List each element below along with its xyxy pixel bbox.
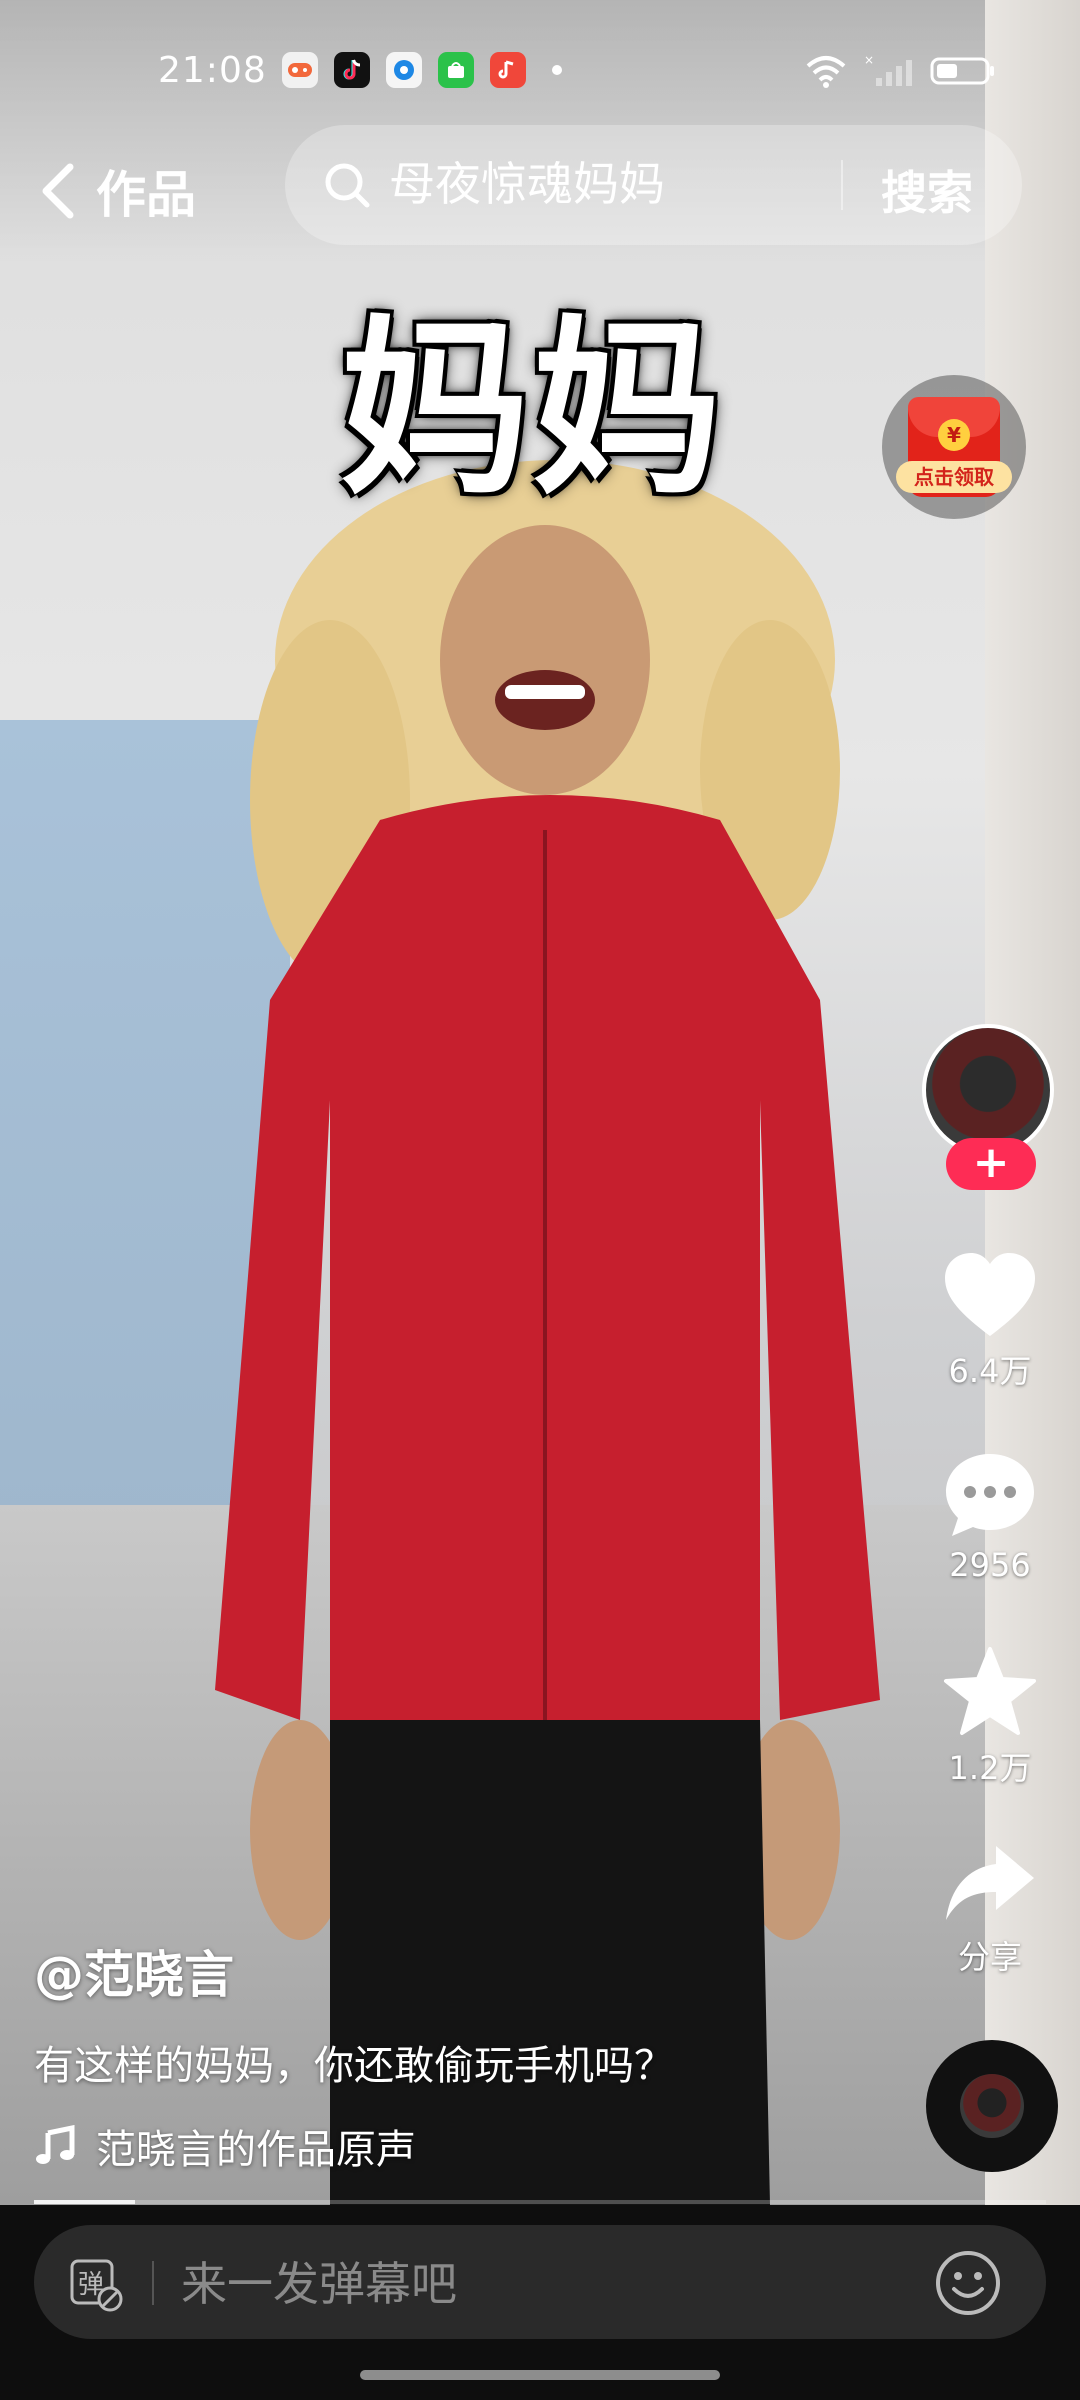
video-player-screen: 21:08 × 作品 母夜惊魂妈妈 搜索 妈妈 ¥ 点击领取 + 6.4万 29… xyxy=(0,0,1080,2400)
heart-icon[interactable] xyxy=(941,1250,1039,1340)
emoji-icon[interactable] xyxy=(934,2249,1002,2317)
comment-count: 2956 xyxy=(949,1546,1031,1584)
music-disc-cover xyxy=(960,2074,1024,2138)
video-description: 有这样的妈妈，你还敢偷玩手机吗？ xyxy=(34,2043,674,2089)
game-app-icon xyxy=(282,52,318,88)
search-input[interactable] xyxy=(387,153,911,215)
back-label: 作品 xyxy=(96,166,196,224)
bottom-bar: 弹 xyxy=(0,2205,1080,2400)
favorite-count: 1.2万 xyxy=(948,1749,1032,1787)
music-title: 范晓言的作品原声 xyxy=(96,2127,416,2173)
red-packet-label: 点击领取 xyxy=(896,461,1012,493)
danmu-divider xyxy=(152,2261,154,2305)
browser-icon xyxy=(386,52,422,88)
music-disc[interactable] xyxy=(926,2040,1058,2172)
share-action[interactable]: 分享 xyxy=(920,1840,1060,1978)
red-packet-button[interactable]: ¥ 点击领取 xyxy=(882,375,1026,519)
like-count: 6.4万 xyxy=(948,1352,1032,1390)
notification-icons xyxy=(282,52,562,88)
tiktok-icon xyxy=(334,52,370,88)
music-note-icon xyxy=(36,2125,75,2164)
status-bar: 21:08 × xyxy=(0,40,1080,110)
system-status-icons: × xyxy=(804,54,996,88)
more-notifications-dot-icon xyxy=(552,65,562,75)
video-progress-fill xyxy=(34,2200,136,2204)
danmu-bar[interactable]: 弹 xyxy=(34,2225,1046,2339)
favorite-action[interactable]: 1.2万 xyxy=(920,1645,1060,1789)
battery-icon xyxy=(930,57,994,85)
back-button[interactable]: 作品 xyxy=(40,155,196,227)
red-packet-coin: ¥ xyxy=(938,419,970,451)
search-divider xyxy=(841,160,843,210)
danmu-input[interactable] xyxy=(179,2255,833,2313)
author-avatar-group: + xyxy=(920,1020,1060,1190)
chevron-left-icon xyxy=(42,163,74,219)
danmu-toggle-icon[interactable]: 弹 xyxy=(68,2257,124,2313)
top-search-bar: 作品 搜索 xyxy=(0,125,1080,245)
search-button[interactable]: 搜索 xyxy=(881,157,973,223)
signal-icon: × xyxy=(864,54,912,86)
comment-action[interactable]: 2956 xyxy=(920,1450,1060,1584)
red-packet-icon: ¥ 点击领取 xyxy=(896,397,1012,497)
search-icon xyxy=(325,163,370,208)
comment-icon[interactable] xyxy=(942,1450,1038,1540)
video-info: @范晓言 有这样的妈妈，你还敢偷玩手机吗？ 范晓言的作品原声 xyxy=(34,1935,874,2175)
video-caption: 妈妈 xyxy=(340,299,725,520)
star-icon[interactable] xyxy=(942,1645,1038,1737)
music-row[interactable]: 范晓言的作品原声 xyxy=(34,2117,874,2175)
status-time: 21:08 xyxy=(158,50,267,91)
author-name[interactable]: @范晓言 xyxy=(34,1935,874,2007)
home-indicator[interactable] xyxy=(360,2370,720,2380)
search-bar[interactable]: 搜索 xyxy=(285,125,1022,245)
store-icon xyxy=(438,52,474,88)
svg-text:×: × xyxy=(864,54,874,67)
wifi-icon xyxy=(806,56,846,88)
follow-button[interactable]: + xyxy=(946,1138,1036,1190)
share-label: 分享 xyxy=(957,1938,1022,1976)
share-icon[interactable] xyxy=(942,1840,1038,1926)
video-progress-bar[interactable] xyxy=(34,2200,1046,2204)
music-app-icon xyxy=(490,52,526,88)
like-action[interactable]: 6.4万 xyxy=(920,1250,1060,1392)
